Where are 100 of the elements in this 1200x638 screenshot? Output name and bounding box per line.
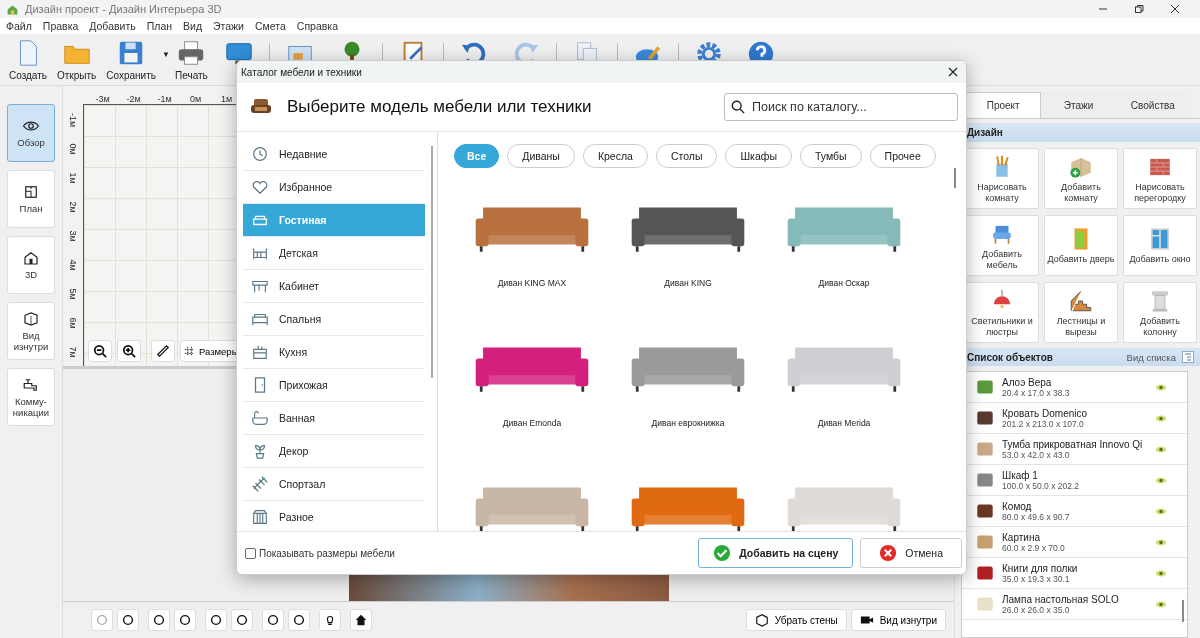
category-item[interactable]: Ванная bbox=[243, 402, 425, 435]
view-mode-button[interactable]: Комму- никации bbox=[7, 368, 55, 426]
dialog-button[interactable]: Отмена bbox=[860, 538, 962, 568]
view-mode-button[interactable]: Обзор bbox=[7, 104, 55, 162]
menu-item[interactable]: Файл bbox=[6, 20, 32, 32]
view-mode-button[interactable]: План bbox=[7, 170, 55, 228]
view-control-button[interactable] bbox=[148, 609, 170, 631]
filter-chip[interactable]: Шкафы bbox=[725, 144, 792, 168]
object-size: 53.0 x 42.0 x 43.0 bbox=[1002, 449, 1070, 460]
object-list-item[interactable]: Лампа настольная SOLO 26.0 x 26.0 x 35.0 bbox=[962, 589, 1187, 620]
menu-item[interactable]: Справка bbox=[296, 20, 338, 32]
category-item[interactable]: Спортзал bbox=[243, 468, 425, 501]
measure-button[interactable] bbox=[151, 340, 175, 362]
filter-chip[interactable]: Столы bbox=[655, 144, 718, 168]
view-control-button[interactable] bbox=[117, 609, 139, 631]
eye-icon[interactable] bbox=[1155, 444, 1167, 454]
checkbox-label: Показывать размеры мебели bbox=[259, 547, 395, 559]
item-name: Диван KING MAX bbox=[497, 278, 567, 288]
menu-item[interactable]: Смета bbox=[255, 20, 286, 32]
object-size: 100.0 x 50.0 x 202.2 bbox=[1002, 480, 1081, 491]
close-icon[interactable] bbox=[1170, 4, 1180, 14]
ruler-label: 1м bbox=[219, 94, 234, 104]
category-item[interactable]: Кабинет bbox=[243, 270, 425, 303]
list-view-link[interactable]: Вид списка bbox=[1126, 351, 1176, 363]
ruler-label: -1м bbox=[68, 112, 78, 127]
menu-item[interactable]: Этажи bbox=[213, 20, 244, 32]
toolbar-button[interactable]: Создать bbox=[4, 36, 52, 83]
view-3d-button[interactable]: Убрать стены bbox=[745, 609, 847, 631]
checkbox[interactable] bbox=[245, 547, 256, 559]
view-mode-button[interactable]: 3D bbox=[7, 236, 55, 294]
design-tool-button[interactable]: Добавить окно bbox=[1123, 215, 1197, 276]
search-icon bbox=[731, 100, 745, 114]
zoom-out-button[interactable] bbox=[88, 340, 112, 362]
design-tool-button[interactable]: Добавить колонну bbox=[1123, 282, 1197, 343]
eye-icon[interactable] bbox=[1155, 382, 1167, 392]
home-icon bbox=[354, 613, 368, 627]
eye-icon[interactable] bbox=[1155, 568, 1167, 578]
ruler-label: -2м bbox=[125, 94, 142, 104]
menu-item[interactable]: Вид bbox=[183, 20, 202, 32]
dialog-button[interactable]: Добавить на сцену bbox=[698, 538, 854, 568]
cube-icon bbox=[754, 613, 769, 627]
filter-chip[interactable]: Тумбы bbox=[799, 144, 862, 168]
toolbar-button[interactable]: Открыть bbox=[52, 36, 102, 83]
design-tool-button[interactable]: Светильники и люстры bbox=[965, 282, 1039, 343]
eye-icon[interactable] bbox=[1155, 599, 1167, 609]
menu-item[interactable]: Правка bbox=[42, 20, 79, 32]
clock-icon bbox=[251, 145, 269, 163]
design-tool-button[interactable]: Нарисовать комнату bbox=[965, 148, 1039, 209]
object-size: 60.0 x 2.9 x 70.0 bbox=[1002, 542, 1066, 553]
ruler-label: 3м bbox=[68, 229, 78, 242]
view-mode-button[interactable]: Вид изнутри bbox=[7, 302, 55, 360]
toolbar-button[interactable]: Печать bbox=[170, 36, 213, 83]
eye-icon[interactable] bbox=[1155, 537, 1167, 547]
dumbbell-icon bbox=[251, 475, 269, 493]
eye-icon[interactable] bbox=[1155, 413, 1167, 423]
design-tool-button[interactable]: Добавить комнату bbox=[1044, 148, 1118, 209]
view-control-button[interactable] bbox=[205, 609, 227, 631]
ruler-icon bbox=[156, 344, 170, 358]
eye-icon[interactable] bbox=[1155, 506, 1167, 516]
menu-item[interactable]: Добавить bbox=[89, 20, 136, 32]
panel-tab[interactable]: Проект bbox=[965, 92, 1042, 118]
toolbar-button[interactable]: Сохранить ▼ bbox=[101, 36, 170, 83]
menu-item[interactable]: План bbox=[146, 20, 172, 32]
view-control-button[interactable] bbox=[288, 609, 310, 631]
eye-icon[interactable] bbox=[1155, 475, 1167, 485]
view-3d-button[interactable]: Вид изнутри bbox=[850, 609, 946, 631]
design-tool-button[interactable]: Добавить мебель bbox=[965, 215, 1039, 276]
category-item[interactable]: Разное bbox=[243, 501, 425, 531]
room-cube-icon bbox=[22, 309, 40, 328]
category-item[interactable]: Спальня bbox=[243, 303, 425, 336]
view-control-button[interactable] bbox=[231, 609, 253, 631]
item-name: Диван еврокнижка bbox=[651, 418, 725, 428]
filter-chip[interactable]: Прочее bbox=[869, 144, 936, 168]
search-field[interactable]: Поиск по каталогу... bbox=[724, 93, 958, 121]
dialog-heading: Выберите модель мебели или техники bbox=[287, 97, 593, 117]
bathtub-icon bbox=[251, 409, 269, 427]
category-item[interactable]: Детская bbox=[243, 237, 425, 270]
dialog-title: Каталог мебели и техники bbox=[241, 66, 362, 78]
view-control-button[interactable] bbox=[262, 609, 284, 631]
object-size: 201.2 x 213.0 x 107.0 bbox=[1002, 418, 1085, 429]
view-control-button[interactable] bbox=[350, 609, 372, 631]
restore-icon[interactable] bbox=[1134, 4, 1144, 14]
zoom-in-button[interactable] bbox=[117, 340, 141, 362]
ruler-label: 0м bbox=[188, 94, 203, 104]
item-name: Диван Emonda bbox=[502, 418, 562, 428]
view-control-button[interactable] bbox=[174, 609, 196, 631]
view-control-button[interactable] bbox=[319, 609, 341, 631]
cancel-circle-icon bbox=[879, 544, 898, 562]
filter-chip[interactable]: Диваны bbox=[507, 144, 575, 168]
item-name: Диван Оскар bbox=[818, 278, 870, 288]
house-icon bbox=[22, 249, 40, 268]
design-tool-button[interactable]: Добавить дверь bbox=[1044, 215, 1118, 276]
category-item[interactable]: Кухня bbox=[243, 336, 425, 369]
filter-chip[interactable]: Кресла bbox=[582, 144, 648, 168]
close-icon[interactable] bbox=[948, 67, 958, 77]
category-item[interactable]: Недавние bbox=[243, 138, 425, 171]
category-item[interactable]: Прихожая bbox=[243, 369, 425, 402]
design-tool-button[interactable]: Нарисовать перегородку bbox=[1123, 148, 1197, 209]
design-tool-button[interactable]: Лестницы и вырезы bbox=[1044, 282, 1118, 343]
category-item[interactable]: Декор bbox=[243, 435, 425, 468]
